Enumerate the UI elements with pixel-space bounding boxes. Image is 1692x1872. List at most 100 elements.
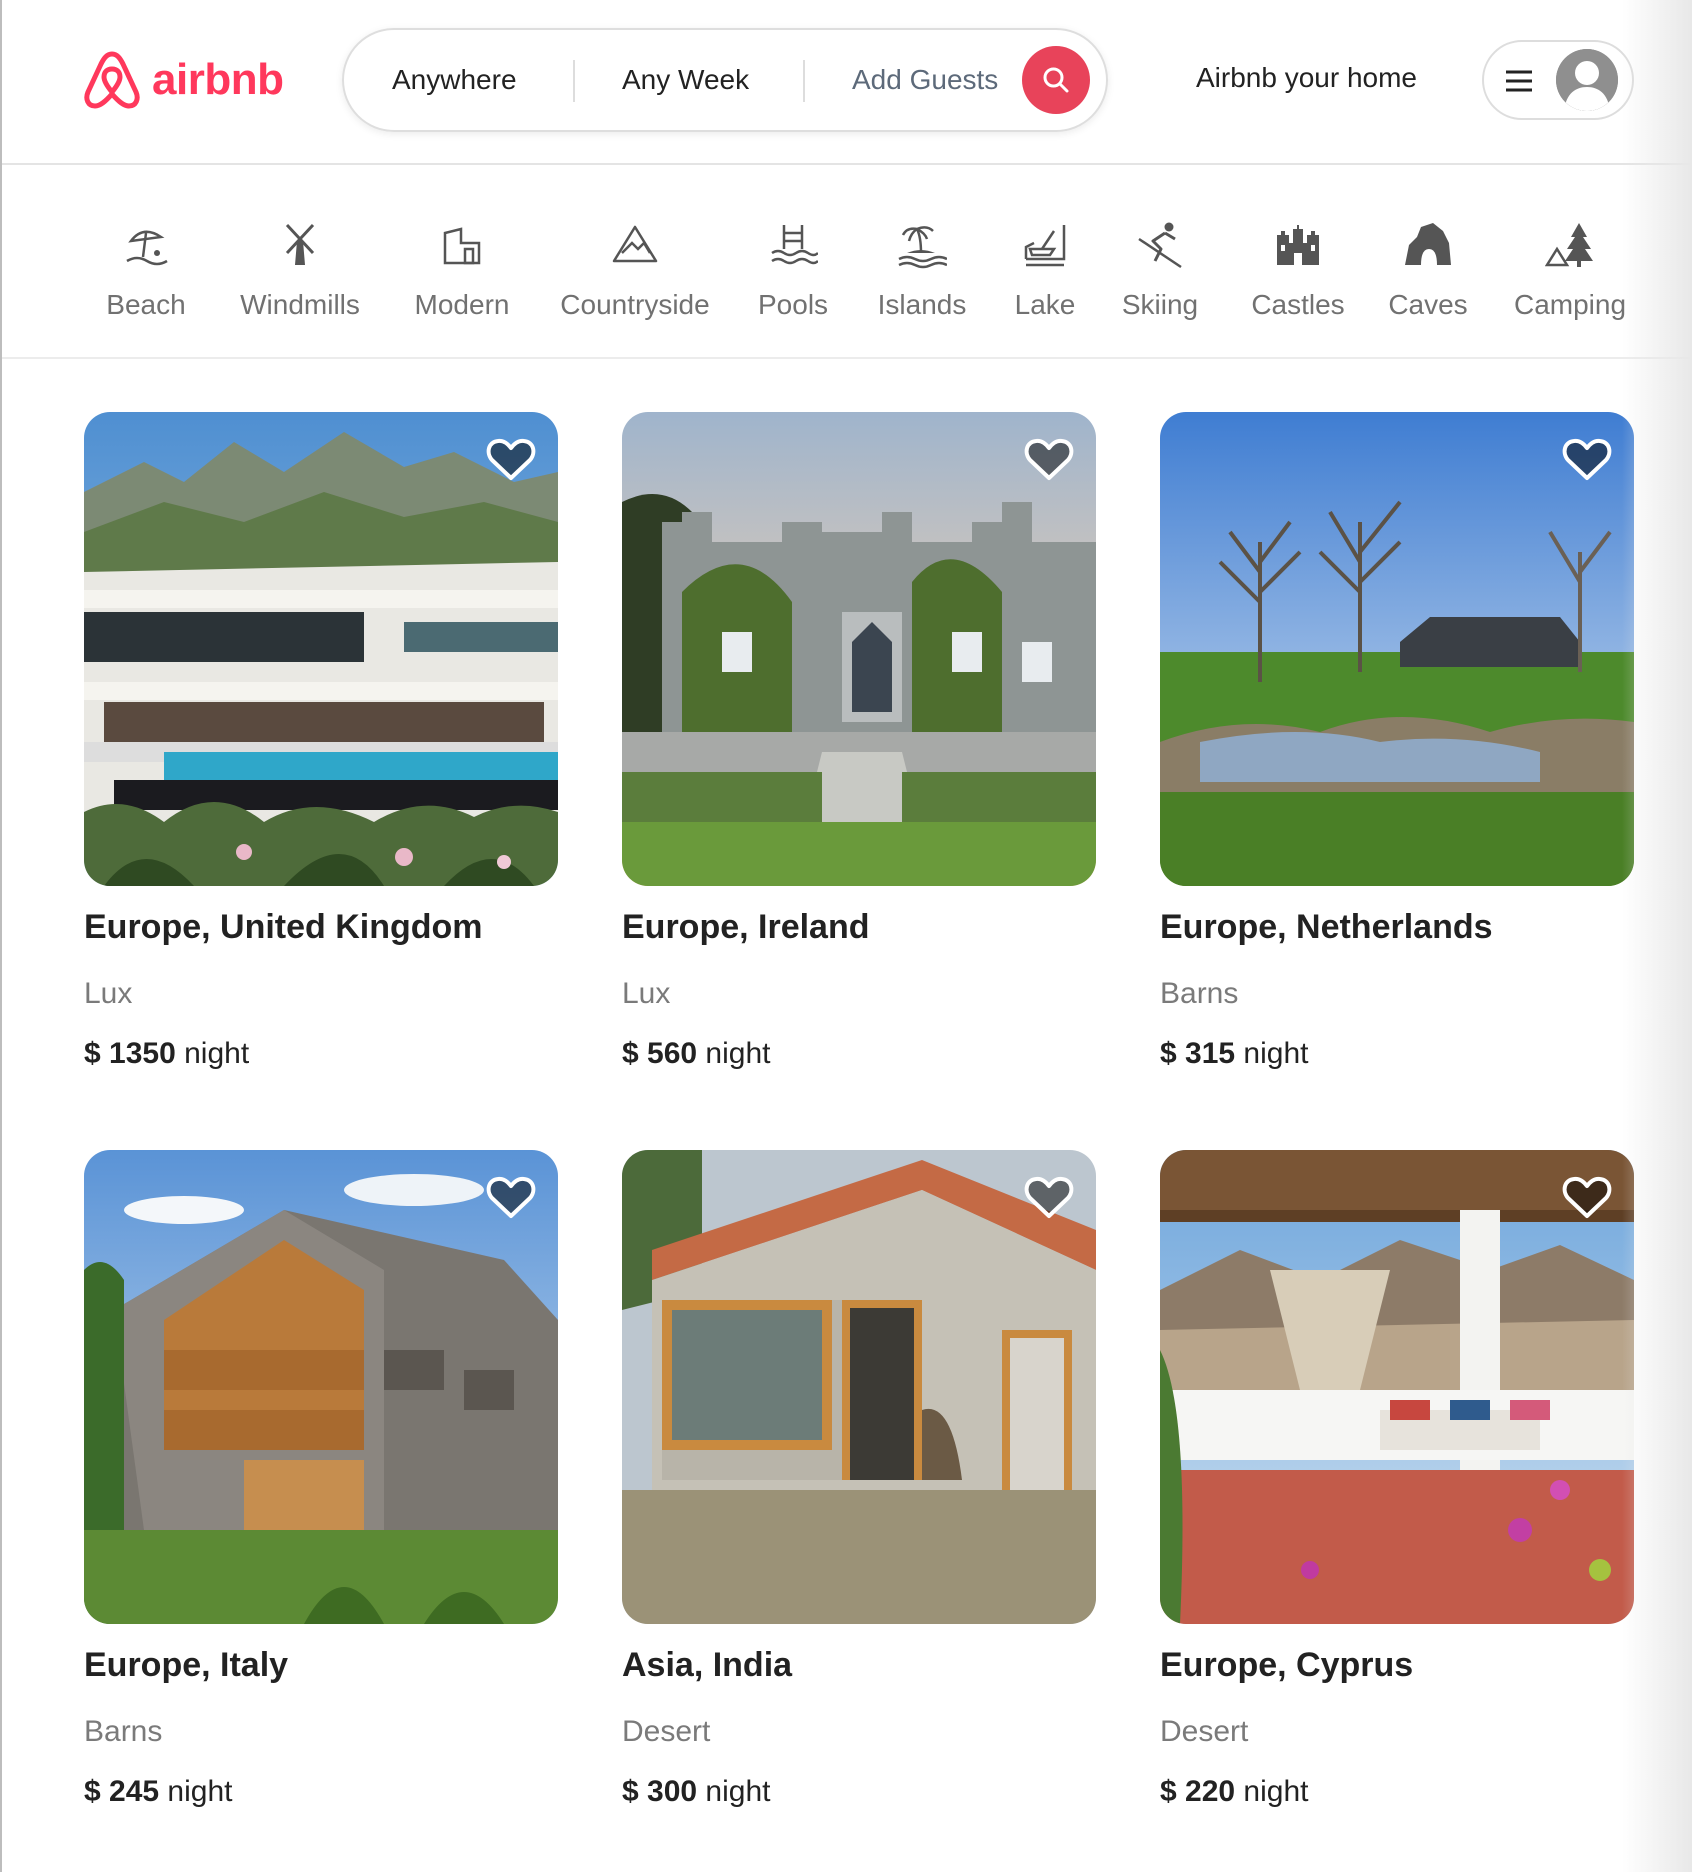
listing-price: $ 560 night	[622, 1037, 1096, 1071]
user-avatar-icon	[1556, 49, 1618, 111]
category-modern[interactable]: Modern	[412, 219, 512, 321]
modern-house-icon	[443, 227, 481, 265]
listing-card[interactable]: Asia, India Desert $ 300 night	[622, 1150, 1096, 1809]
category-windmills[interactable]: Windmills	[232, 219, 368, 321]
castle-icon	[1277, 225, 1319, 265]
listing-location: Europe, Cyprus	[1160, 1646, 1414, 1684]
category-label: Islands	[877, 289, 967, 320]
listing-image	[84, 412, 558, 886]
airbnb-logo[interactable]: airbnb	[82, 48, 284, 112]
listing-type: Lux	[84, 977, 133, 1010]
search-add-guests[interactable]: Add Guests	[852, 64, 998, 96]
user-menu-button[interactable]	[1482, 40, 1634, 120]
listing-card[interactable]: Europe, Netherlands Barns $ 315 night	[1160, 412, 1634, 1071]
category-label: Pools	[758, 289, 829, 320]
listing-photo[interactable]	[84, 1150, 558, 1624]
pool-icon	[771, 225, 818, 265]
listing-card[interactable]: Europe, Ireland Lux $ 560 night	[622, 412, 1096, 1071]
listing-photo[interactable]	[622, 1150, 1096, 1624]
price-amount: $ 220	[1160, 1775, 1236, 1808]
listing-photo[interactable]	[1160, 1150, 1634, 1624]
beach-icon	[126, 230, 168, 266]
favorite-heart-icon[interactable]	[1024, 436, 1074, 482]
island-icon	[898, 226, 947, 269]
price-amount: $ 315	[1160, 1037, 1236, 1070]
category-label: Modern	[414, 289, 510, 320]
favorite-heart-icon[interactable]	[1562, 436, 1612, 482]
hamburger-menu-icon	[1506, 70, 1532, 92]
category-bar: Beach Windmills Modern Countryside Pools…	[2, 167, 1692, 359]
listing-location: Europe, United Kingdom	[84, 908, 483, 946]
listing-card[interactable]: Europe, Cyprus Desert $ 220 night	[1160, 1150, 1634, 1809]
search-anywhere[interactable]: Anywhere	[392, 64, 517, 96]
category-lake[interactable]: Lake	[1014, 219, 1076, 321]
category-label: Skiing	[1121, 289, 1199, 320]
category-label: Camping	[1513, 289, 1627, 320]
search-icon	[1043, 67, 1069, 93]
category-label: Windmills	[240, 289, 360, 320]
listing-card[interactable]: Europe, Italy Barns $ 245 night	[84, 1150, 558, 1809]
listing-location: Europe, Ireland	[622, 908, 870, 946]
listing-price: $ 315 night	[1160, 1037, 1634, 1071]
price-unit: night	[1243, 1775, 1309, 1808]
airbnb-your-home-link[interactable]: Airbnb your home	[1196, 62, 1417, 94]
listing-image	[622, 1150, 1096, 1624]
price-amount: $ 300	[622, 1775, 698, 1808]
category-countryside[interactable]: Countryside	[558, 219, 712, 321]
category-pools[interactable]: Pools	[758, 219, 828, 321]
listing-type: Barns	[84, 1715, 163, 1748]
listing-type: Lux	[622, 977, 671, 1010]
search-any-week[interactable]: Any Week	[622, 64, 749, 96]
listing-type: Desert	[1160, 1715, 1249, 1748]
skiing-icon	[1138, 222, 1182, 269]
search-divider	[573, 60, 575, 102]
listing-price: $ 220 night	[1160, 1775, 1634, 1809]
favorite-heart-icon[interactable]	[1024, 1174, 1074, 1220]
category-castles[interactable]: Castles	[1246, 219, 1350, 321]
listing-image	[1160, 1150, 1634, 1624]
page: airbnb Anywhere Any Week Add Guests Airb…	[0, 0, 1692, 1872]
mountain-icon	[612, 225, 658, 263]
price-unit: night	[184, 1037, 250, 1070]
price-amount: $ 1350	[84, 1037, 176, 1070]
listing-image	[622, 412, 1096, 886]
category-label: Countryside	[560, 289, 710, 320]
price-unit: night	[705, 1037, 771, 1070]
cave-icon	[1405, 223, 1451, 265]
favorite-heart-icon[interactable]	[1562, 1174, 1612, 1220]
listing-location: Europe, Netherlands	[1160, 908, 1493, 946]
favorite-heart-icon[interactable]	[486, 436, 536, 482]
category-label: Caves	[1388, 289, 1468, 320]
favorite-heart-icon[interactable]	[486, 1174, 536, 1220]
search-divider	[803, 60, 805, 102]
category-skiing[interactable]: Skiing	[1118, 219, 1202, 321]
price-unit: night	[167, 1775, 233, 1808]
category-beach[interactable]: Beach	[106, 219, 186, 321]
listing-photo[interactable]	[1160, 412, 1634, 886]
listing-card[interactable]: Europe, United Kingdom Lux $ 1350 night	[84, 412, 558, 1071]
listing-price: $ 300 night	[622, 1775, 1096, 1809]
windmill-icon	[285, 223, 315, 265]
search-bar[interactable]: Anywhere Any Week Add Guests	[342, 28, 1108, 132]
price-amount: $ 560	[622, 1037, 698, 1070]
listing-image	[84, 1150, 558, 1624]
listing-location: Asia, India	[622, 1646, 793, 1684]
airbnb-logo-icon	[84, 51, 140, 109]
listing-price: $ 245 night	[84, 1775, 558, 1809]
lake-icon	[1024, 225, 1066, 267]
search-button[interactable]	[1022, 46, 1090, 114]
category-islands[interactable]: Islands	[874, 219, 970, 321]
listing-photo[interactable]	[622, 412, 1096, 886]
listing-image	[1160, 412, 1634, 886]
category-label: Beach	[106, 289, 186, 320]
category-camping[interactable]: Camping	[1512, 219, 1628, 321]
avatar	[1556, 49, 1618, 111]
listing-price: $ 1350 night	[84, 1037, 558, 1071]
category-caves[interactable]: Caves	[1388, 219, 1468, 321]
camping-icon	[1545, 223, 1593, 267]
listing-photo[interactable]	[84, 412, 558, 886]
price-unit: night	[705, 1775, 771, 1808]
brand-name: airbnb	[152, 55, 284, 104]
price-amount: $ 245	[84, 1775, 160, 1808]
top-header: airbnb Anywhere Any Week Add Guests Airb…	[2, 0, 1692, 165]
